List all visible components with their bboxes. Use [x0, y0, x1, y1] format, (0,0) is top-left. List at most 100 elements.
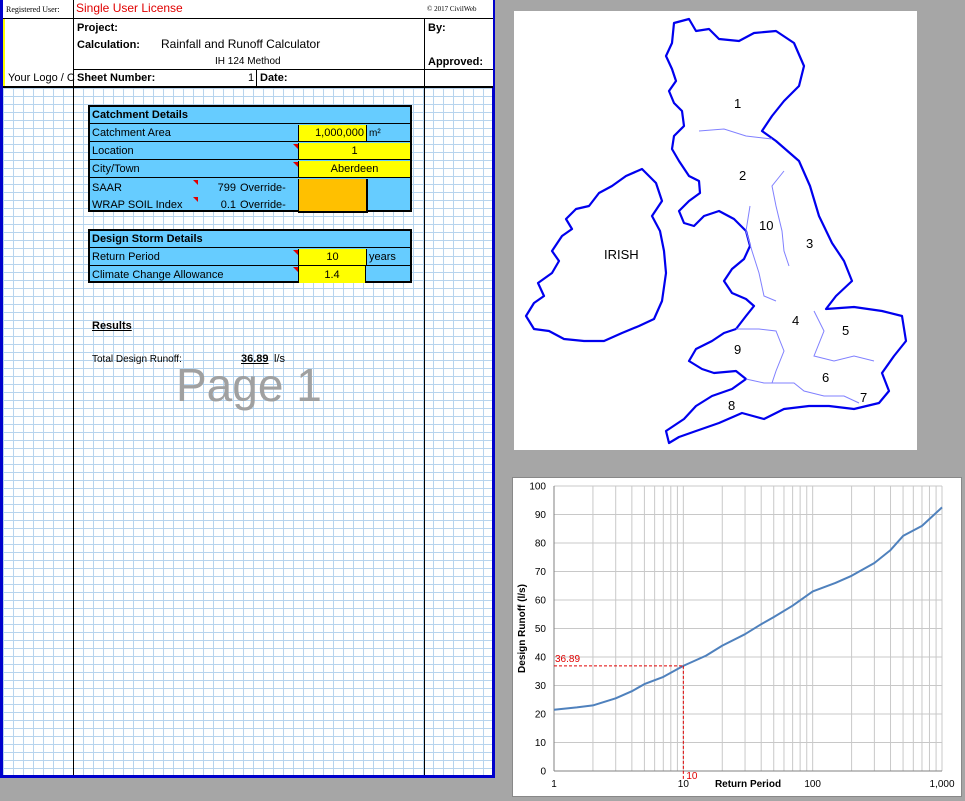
date-label: Date:: [260, 72, 288, 84]
y-tick-label: 30: [535, 681, 547, 692]
return-period-label: Return Period: [92, 251, 160, 263]
return-period-input[interactable]: 10: [298, 249, 366, 265]
climate-label: Climate Change Allowance: [92, 268, 224, 281]
return-period-row: Return Period 10 years: [90, 249, 410, 266]
runoff-label: Total Design Runoff:: [92, 354, 182, 365]
header-divider: [256, 70, 257, 87]
city-label: City/Town: [92, 163, 140, 175]
sheet-number-value[interactable]: 1: [248, 72, 254, 84]
by-label: By:: [428, 22, 446, 34]
results-title: Results: [92, 320, 132, 332]
city-row: City/Town Aberdeen: [90, 161, 410, 178]
method-text: IH 124 Method: [215, 56, 281, 67]
wrap-override-input[interactable]: [298, 196, 368, 213]
x-tick-label: 100: [804, 779, 821, 790]
great-britain-outline: [664, 17, 908, 445]
catchment-area-unit: m²: [366, 125, 410, 141]
comment-marker-icon[interactable]: [293, 162, 298, 167]
location-label: Location: [92, 145, 134, 157]
region-label-9: 9: [734, 342, 742, 357]
wrap-row: WRAP SOIL Index 0.1 Override-: [90, 196, 410, 213]
saar-value: 799: [217, 181, 236, 194]
saar-label: SAAR: [92, 181, 122, 194]
y-tick-label: 80: [535, 539, 547, 550]
page-watermark: Page 1: [176, 359, 322, 411]
region-label-7: 7: [860, 390, 868, 405]
x-axis-label: Return Period: [715, 779, 781, 790]
project-label: Project:: [77, 22, 118, 34]
saar-row: SAAR 799 Override-: [90, 179, 410, 196]
catchment-title-row: Catchment Details: [90, 107, 410, 124]
registered-user-label: Registered User:: [6, 5, 60, 14]
runoff-series-line: [553, 506, 943, 711]
x-tick-label: 1: [551, 779, 557, 790]
catchment-area-input[interactable]: 1,000,000: [298, 125, 366, 141]
region-label-6: 6: [822, 370, 830, 385]
comment-marker-icon[interactable]: [193, 197, 198, 202]
wrap-value: 0.1: [220, 198, 236, 211]
comment-marker-icon[interactable]: [293, 250, 298, 255]
city-select[interactable]: Aberdeen: [298, 161, 410, 177]
catchment-area-label: Catchment Area: [92, 127, 171, 139]
x-tick-label: 1,000: [929, 779, 954, 790]
y-tick-label: 20: [535, 710, 547, 721]
region-boundaries: [698, 128, 875, 404]
climate-row: Climate Change Allowance 1.4: [90, 266, 410, 283]
comment-marker-icon[interactable]: [193, 180, 198, 185]
return-period-unit: years: [366, 249, 410, 265]
approved-label: Approved:: [428, 56, 483, 68]
location-input[interactable]: 1: [298, 143, 410, 159]
calculation-value[interactable]: Rainfall and Runoff Calculator: [161, 37, 320, 51]
marker-x-label: 10: [686, 771, 698, 782]
copyright-text: © 2017 CivilWeb: [427, 5, 477, 13]
license-text: Single User License: [76, 1, 183, 15]
climate-input[interactable]: 1.4: [298, 266, 366, 283]
y-axis-label: Design Runoff (l/s): [517, 584, 528, 673]
comment-marker-icon[interactable]: [293, 267, 298, 272]
logo-placeholder-text: Your Logo / C: [8, 72, 75, 84]
header-line: [3, 18, 493, 19]
catchment-title: Catchment Details: [92, 109, 188, 121]
saar-override-input[interactable]: [298, 179, 368, 196]
design-storm-panel: Design Storm Details Return Period 10 ye…: [88, 229, 412, 283]
storm-title: Design Storm Details: [92, 233, 203, 245]
saar-override-label: Override-: [240, 181, 286, 194]
y-tick-label: 70: [535, 567, 547, 578]
runoff-chart[interactable]: 0 10 20 30 40 50 60 70 80 90 100 1 10 100 1,000 Return …: [512, 477, 962, 797]
y-tick-label: 100: [529, 482, 546, 493]
y-tick-label: 50: [535, 624, 547, 635]
region-label-2: 2: [739, 168, 747, 183]
chart-svg: 01020304050607080901001 10 100 1,000Return …: [517, 482, 955, 791]
header-line: [73, 69, 493, 70]
irish-label: IRISH: [604, 247, 639, 262]
storm-title-row: Design Storm Details: [90, 231, 410, 248]
margin-line-right: [424, 18, 425, 775]
uk-map-svg: [524, 17, 908, 445]
wrap-override-label: Override-: [240, 198, 286, 211]
region-label-1: 1: [734, 96, 742, 111]
calculation-label: Calculation:: [77, 39, 140, 51]
y-tick-label: 40: [535, 653, 547, 664]
y-tick-label: 10: [535, 738, 547, 749]
region-label-5: 5: [842, 323, 850, 338]
regions-map: 1 2 3 4 5 6 7 8 9 10 IRISH: [514, 11, 917, 450]
catchment-area-row: Catchment Area 1,000,000 m²: [90, 125, 410, 142]
y-tick-label: 60: [535, 596, 547, 607]
header-bottom-line: [3, 86, 493, 88]
comment-marker-icon[interactable]: [293, 144, 298, 149]
worksheet: Registered User: Single User License © 2…: [0, 0, 495, 778]
marker-y-label: 36.89: [555, 654, 580, 665]
region-label-8: 8: [728, 398, 736, 413]
region-label-10: 10: [759, 218, 774, 233]
sheet-number-label: Sheet Number:: [77, 72, 156, 84]
y-tick-label: 90: [535, 510, 547, 521]
catchment-details-panel: Catchment Details Catchment Area 1,000,0…: [88, 105, 412, 213]
y-tick-label: 0: [540, 767, 546, 778]
region-label-4: 4: [792, 313, 800, 328]
ireland-outline: [524, 167, 668, 343]
margin-line: [73, 0, 74, 775]
logo-area[interactable]: Your Logo / C: [3, 19, 75, 87]
location-row: Location 1: [90, 143, 410, 160]
region-label-3: 3: [806, 236, 814, 251]
wrap-label: WRAP SOIL Index: [92, 198, 183, 211]
